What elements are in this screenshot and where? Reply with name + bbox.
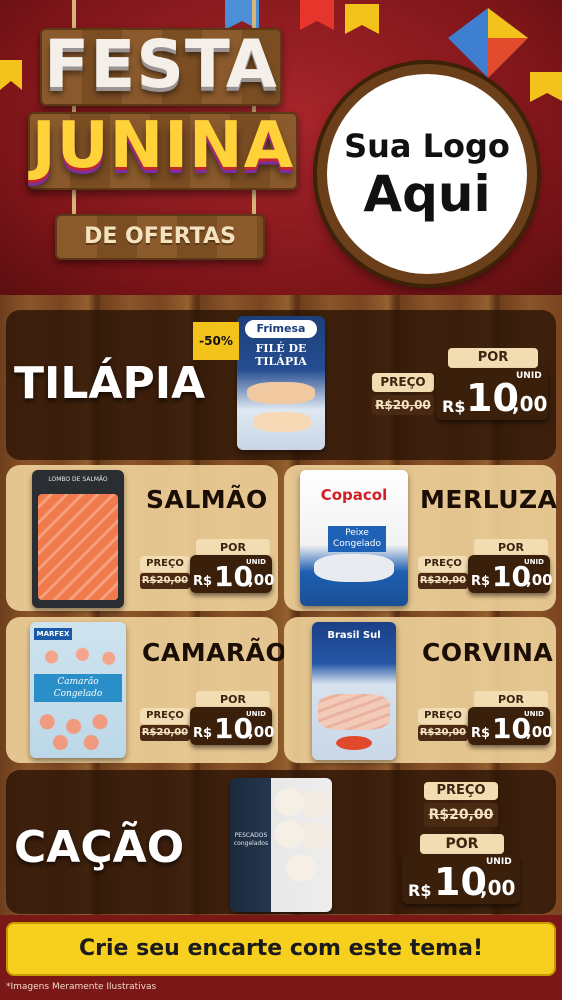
logo-placeholder: Sua Logo Aqui (317, 64, 537, 284)
old-price-value: R$20,00 (419, 727, 467, 738)
currency-symbol: R$ (408, 881, 432, 900)
old-price-value: R$20,00 (141, 727, 189, 738)
old-price-value: R$20,00 (428, 807, 494, 823)
shrimp-image (34, 644, 122, 670)
new-price: R$ 10 ,00 UNID (468, 707, 553, 745)
cacao-package: PESCADOS congelados (230, 778, 332, 912)
salmon-image (38, 494, 118, 600)
new-price: R$ 10 ,00 UNID (402, 854, 520, 904)
product-name-cacao: CAÇÃO (14, 822, 185, 873)
old-price-value: R$20,00 (375, 398, 431, 412)
old-price: R$20,00 (140, 725, 190, 741)
shrimp-image (34, 708, 122, 754)
por-label: POR (196, 691, 270, 708)
unit-label: UNID (524, 710, 544, 718)
por-label: POR (474, 691, 548, 708)
disclaimer: *Imagens Meramente Ilustrativas (6, 982, 157, 992)
price-cents: ,00 (526, 571, 553, 589)
bunting-flag (300, 0, 334, 30)
cacao-package-text: PESCADOS congelados (233, 832, 269, 847)
price-integer: 10 (434, 860, 487, 904)
title-de-ofertas: DE OFERTAS (84, 224, 236, 249)
salmao-package-text: LOMBO DE SALMÃO (48, 476, 108, 483)
fish-fillet-image (247, 382, 315, 404)
camarao-brand: MARFEX (34, 628, 72, 640)
new-price: R$ 10 ,00 UNID (190, 707, 275, 745)
price-integer: 10 (466, 376, 519, 420)
tilapia-package: Frimesa FILÉ DE TILÁPIA (237, 316, 325, 450)
product-name-merluza: MERLUZA (420, 485, 558, 514)
corvina-brand: Brasil Sul (327, 630, 381, 641)
corvina-package: Brasil Sul (312, 622, 396, 760)
product-name-salmao: SALMÃO (146, 485, 268, 514)
title-festa: FESTA (44, 26, 278, 103)
create-flyer-button[interactable]: Crie seu encarte com este tema! (6, 922, 556, 976)
bunting-flag (530, 72, 562, 102)
fish-fillet-image (314, 554, 394, 582)
salmao-package: LOMBO DE SALMÃO (32, 470, 124, 608)
merluza-brand: Copacol (320, 486, 388, 504)
merluza-package: Copacol Peixe Congelado (300, 470, 408, 606)
new-price: R$ 10 ,00 UNID (436, 368, 548, 420)
fish-steak-image (274, 788, 304, 816)
por-label: POR (474, 539, 548, 556)
price-cents: ,00 (526, 723, 553, 741)
lantern-icon (448, 8, 528, 78)
product-name-camarao: CAMARÃO (142, 638, 288, 667)
bunting-flag (0, 60, 22, 90)
title-junina: JUNINA (31, 109, 295, 183)
camarao-package-text: Camarão Congelado (34, 674, 122, 702)
new-price: R$ 10 ,00 UNID (468, 555, 553, 593)
preco-label: PREÇO (418, 556, 468, 572)
por-label: POR (448, 348, 538, 368)
old-price: R$20,00 (140, 573, 190, 589)
unit-label: UNID (486, 857, 512, 867)
product-name-corvina: CORVINA (422, 638, 554, 667)
unit-label: UNID (516, 371, 542, 381)
bunting-flag (345, 4, 379, 34)
preco-label: PREÇO (418, 708, 468, 724)
unit-label: UNID (246, 710, 266, 718)
currency-symbol: R$ (471, 726, 491, 741)
currency-symbol: R$ (442, 397, 466, 416)
old-price-value: R$20,00 (419, 575, 467, 586)
unit-label: UNID (246, 558, 266, 566)
por-label: POR (196, 539, 270, 556)
price-cents: ,00 (512, 392, 548, 416)
logo-line2: Aqui (363, 165, 491, 223)
price-cents: ,00 (480, 876, 516, 900)
vegetable-garnish (336, 736, 372, 750)
currency-symbol: R$ (471, 574, 491, 589)
price-cents: ,00 (248, 571, 275, 589)
unit-label: UNID (524, 558, 544, 566)
preco-label: PREÇO (140, 556, 190, 572)
old-price: R$20,00 (418, 573, 468, 589)
por-label: POR (420, 834, 504, 854)
old-price: R$20,00 (424, 803, 498, 827)
discount-badge: -50% (193, 322, 239, 360)
tilapia-package-text: FILÉ DE TILÁPIA (255, 342, 307, 368)
preco-label: PREÇO (372, 373, 434, 392)
header-banner: FESTA JUNINA DE OFERTAS Sua Logo Aqui (0, 0, 562, 295)
fish-fillet-image (318, 694, 390, 730)
tilapia-brand: Frimesa (245, 320, 317, 338)
old-price-value: R$20,00 (141, 575, 189, 586)
merluza-package-text: Peixe Congelado (328, 526, 386, 552)
currency-symbol: R$ (193, 574, 213, 589)
currency-symbol: R$ (193, 726, 213, 741)
fish-fillet-image (253, 412, 311, 432)
new-price: R$ 10 ,00 UNID (190, 555, 275, 593)
camarao-package: MARFEX Camarão Congelado (30, 622, 126, 758)
old-price: R$20,00 (418, 725, 468, 741)
preco-label: PREÇO (424, 782, 498, 800)
price-cents: ,00 (248, 723, 275, 741)
old-price: R$20,00 (372, 395, 434, 415)
product-name-tilapia: TILÁPIA (14, 358, 206, 409)
preco-label: PREÇO (140, 708, 190, 724)
logo-line1: Sua Logo (344, 127, 510, 165)
